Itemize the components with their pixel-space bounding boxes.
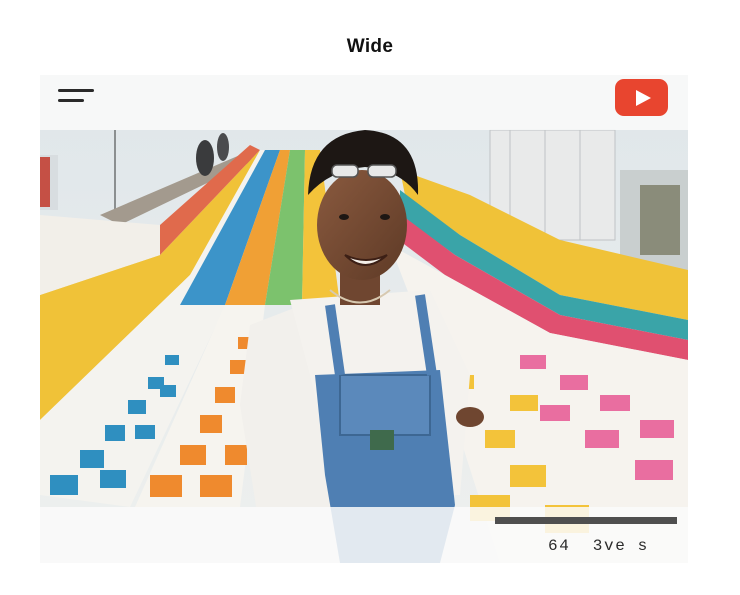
progress-bar-fill — [495, 517, 677, 524]
video-caption: 64 3ve s — [548, 537, 649, 555]
youtube-play-button[interactable] — [615, 79, 668, 116]
video-player[interactable]: 64 3ve s — [40, 75, 688, 563]
player-top-bar — [40, 75, 688, 130]
menu-line — [58, 99, 84, 102]
youtube-play-icon — [636, 90, 651, 106]
video-frame — [40, 75, 688, 563]
menu-line — [58, 89, 94, 92]
hamburger-menu-icon[interactable] — [56, 89, 96, 117]
progress-bar[interactable] — [495, 517, 677, 524]
player-bottom-bar: 64 3ve s — [40, 507, 688, 563]
page-title: Wide — [346, 36, 394, 57]
